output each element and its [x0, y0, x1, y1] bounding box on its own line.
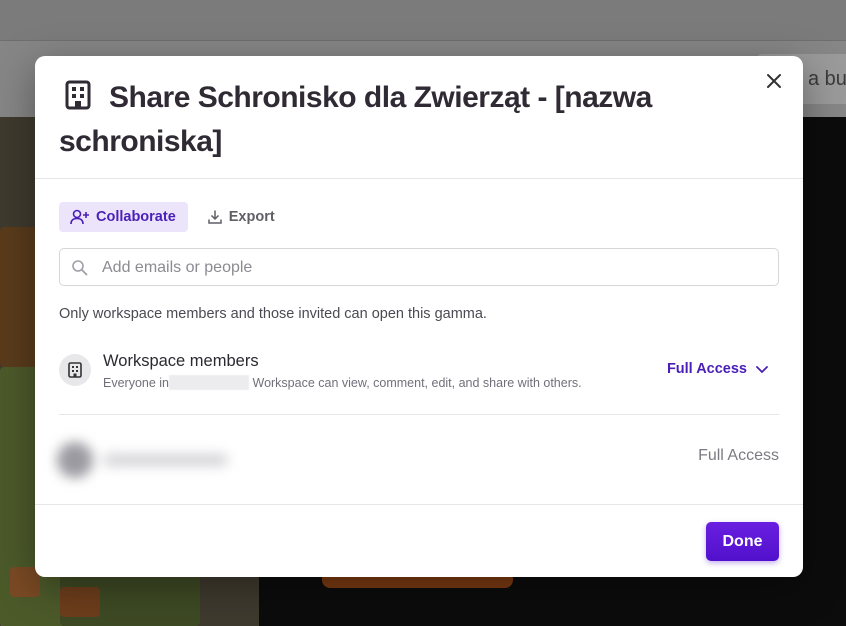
- dialog-header: Share Schronisko dla Zwierząt - [nazwa s…: [35, 56, 803, 179]
- owner-access-label: Full Access: [698, 447, 779, 464]
- close-button[interactable]: [763, 70, 785, 92]
- dialog-footer: Done: [35, 504, 803, 577]
- tab-export[interactable]: Export: [196, 202, 287, 232]
- search-input[interactable]: [100, 249, 764, 287]
- background-topbar: [0, 0, 846, 41]
- workspace-access-dropdown[interactable]: Full Access: [667, 361, 769, 377]
- access-note: Only workspace members and those invited…: [59, 306, 487, 322]
- tab-export-label: Export: [228, 209, 275, 225]
- workspace-access-label: Full Access: [666, 361, 747, 377]
- workspace-members-label: Workspace members: [103, 352, 259, 370]
- redacted-owner-name: [103, 454, 228, 466]
- redacted-owner-info: [47, 424, 242, 500]
- search-icon: [72, 260, 88, 276]
- workspace-avatar: [59, 354, 91, 386]
- tab-collaborate-label: Collaborate: [96, 209, 176, 225]
- building-icon: [68, 362, 82, 378]
- done-button[interactable]: Done: [706, 522, 779, 561]
- avatar: [57, 442, 93, 478]
- close-icon: [767, 74, 781, 88]
- description-prefix: Everyone in: [103, 376, 170, 390]
- share-tabs: Collaborate Export: [59, 202, 287, 232]
- add-user-icon: [70, 209, 89, 225]
- dialog-title: Share Schronisko dla Zwierząt - [nazwa s…: [59, 81, 652, 158]
- download-icon: [208, 210, 222, 224]
- workspace-members-row: Workspace members Everyone in Workspace …: [59, 347, 779, 413]
- share-dialog: Share Schronisko dla Zwierząt - [nazwa s…: [35, 56, 803, 577]
- tab-collaborate[interactable]: Collaborate: [59, 202, 188, 232]
- redacted-workspace-name: [169, 375, 250, 390]
- people-search: [59, 248, 779, 287]
- description-suffix: Workspace can view, comment, edit, and s…: [252, 376, 582, 390]
- chevron-down-icon: [756, 366, 768, 374]
- workspace-members-description: Everyone in Workspace can view, comment,…: [103, 375, 582, 390]
- owner-row: Full Access: [47, 424, 779, 500]
- divider: [59, 414, 779, 415]
